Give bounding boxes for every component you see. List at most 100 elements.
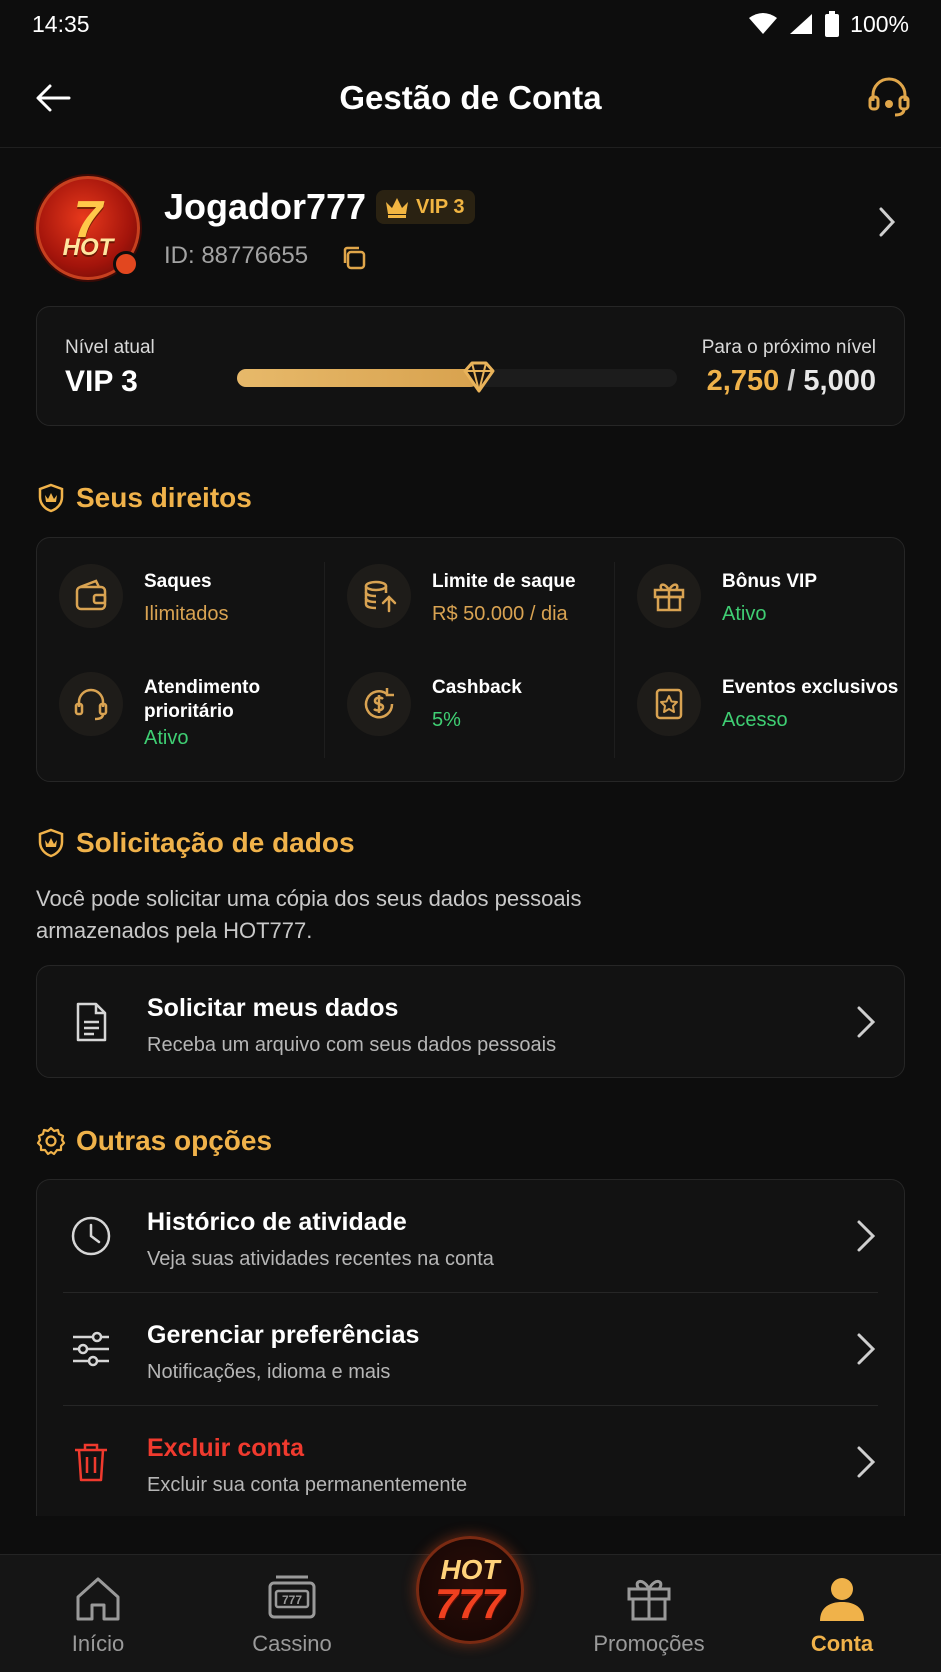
document-icon — [76, 1002, 107, 1042]
status-icons: 100% — [748, 11, 909, 38]
current-level-value: VIP 3 — [65, 365, 138, 398]
avatar[interactable]: 7 HOT — [36, 176, 140, 280]
right-value: Ilimitados — [144, 603, 229, 625]
gear-icon — [36, 1126, 66, 1156]
slot-machine-icon: 777 — [268, 1575, 316, 1619]
chevron-right-icon — [857, 1220, 876, 1252]
right-item-limite-saque: Limite de saque R$ 50.000 / dia — [325, 538, 605, 638]
list-item-title: Histórico de atividade — [147, 1208, 407, 1236]
right-item-bonus-vip: Bônus VIP Ativo — [615, 538, 895, 638]
current-level-label: Nível atual — [65, 337, 155, 358]
vip-level-card: Nível atual VIP 3 Para o próximo nível 2… — [36, 306, 905, 426]
right-name-line1: Atendimento — [144, 677, 261, 698]
request-data-row[interactable]: Solicitar meus dados Receba um arquivo c… — [37, 966, 904, 1077]
trash-icon — [75, 1443, 107, 1482]
next-level-progress: 2,750 / 5,000 — [707, 365, 876, 398]
nav-inicio[interactable]: Início — [18, 1555, 178, 1672]
list-item-subtitle: Veja suas atividades recentes na conta — [147, 1248, 494, 1270]
right-value: 5% — [432, 709, 461, 731]
list-item-subtitle: Excluir sua conta permanentemente — [147, 1474, 468, 1496]
shield-crown-icon — [38, 483, 64, 513]
right-value: Ativo — [722, 603, 767, 625]
gift-icon — [653, 583, 685, 612]
activity-history-row[interactable]: Histórico de atividade Veja suas ativida… — [37, 1180, 904, 1292]
list-item-subtitle: Receba um arquivo com seus dados pessoai… — [147, 1034, 557, 1056]
crown-icon — [386, 198, 408, 218]
right-value: Ativo — [144, 727, 189, 749]
logo-777-text: 777 — [434, 1580, 506, 1627]
star-ticket-icon-badge — [637, 672, 701, 736]
cashback-icon-badge — [347, 672, 411, 736]
data-request-section-title: Solicitação de dados — [36, 827, 355, 859]
copy-icon — [343, 246, 366, 270]
user-icon — [820, 1578, 864, 1621]
vip-badge: VIP 3 — [376, 190, 475, 224]
right-name: Limite de saque — [432, 571, 576, 592]
diamond-icon — [463, 361, 495, 393]
avatar-hot-text: HOT — [62, 234, 114, 261]
next-level-label: Para o próximo nível — [701, 337, 876, 358]
right-value: Acesso — [722, 709, 788, 731]
delete-account-row[interactable]: Excluir conta Excluir sua conta permanen… — [37, 1406, 904, 1516]
wallet-icon — [75, 579, 107, 611]
app-header: Gestão de Conta — [0, 48, 941, 148]
arrow-left-icon — [36, 84, 71, 112]
star-ticket-icon — [655, 688, 683, 720]
shield-crown-icon — [38, 828, 64, 858]
right-name: Bônus VIP — [722, 571, 818, 592]
chevron-right-icon — [857, 1006, 876, 1038]
rights-card: Saques Ilimitados Limite de saque R$ 50.… — [36, 537, 905, 782]
list-item-title: Gerenciar preferências — [147, 1321, 420, 1349]
manage-preferences-row[interactable]: Gerenciar preferências Notificações, idi… — [37, 1293, 904, 1405]
back-button[interactable] — [30, 78, 76, 118]
next-level-total: 5,000 — [803, 365, 876, 397]
nav-label: Promoções — [593, 1631, 705, 1656]
battery-percent: 100% — [850, 10, 909, 37]
status-bar: 14:35 100% — [0, 0, 941, 48]
copy-id-button[interactable] — [340, 244, 368, 272]
headset-icon-badge — [59, 672, 123, 736]
right-value: R$ 50.000 / dia — [432, 603, 568, 625]
coins-icon-badge — [347, 564, 411, 628]
status-time: 14:35 — [32, 10, 90, 37]
other-options-title-text: Outras opções — [76, 1125, 273, 1156]
right-item-eventos: Eventos exclusivos Acesso — [615, 654, 899, 754]
data-request-description: Você pode solicitar uma cópia dos seus d… — [36, 883, 656, 947]
vip-progress-fill — [237, 369, 479, 387]
nav-label: Cassino — [252, 1631, 332, 1656]
center-logo-button[interactable]: HOT 777 — [416, 1536, 524, 1644]
home-icon — [76, 1577, 120, 1621]
next-level-separator: / — [779, 365, 804, 397]
data-request-card: Solicitar meus dados Receba um arquivo c… — [36, 965, 905, 1078]
rights-title-text: Seus direitos — [76, 482, 252, 513]
profile-chevron-button[interactable] — [872, 202, 902, 242]
list-item-title: Excluir conta — [147, 1434, 304, 1462]
right-item-saques: Saques Ilimitados — [37, 538, 317, 638]
right-name: Eventos exclusivos — [722, 677, 899, 698]
right-name: Saques — [144, 571, 212, 592]
chevron-right-icon — [857, 1333, 876, 1365]
wifi-icon — [749, 13, 778, 34]
headset-icon — [868, 77, 910, 117]
chevron-right-icon — [879, 207, 896, 237]
headset-icon — [74, 688, 108, 721]
other-options-card: Histórico de atividade Veja suas ativida… — [36, 1179, 905, 1516]
battery-icon — [825, 11, 840, 37]
description-line: Você pode solicitar uma cópia dos seus d… — [36, 886, 582, 911]
nav-promocoes[interactable]: Promoções — [569, 1555, 729, 1672]
profile-summary[interactable]: 7 HOT Jogador777 VIP 3 ID: 88776655 — [36, 176, 906, 286]
signal-icon — [790, 14, 813, 34]
list-item-title: Solicitar meus dados — [147, 994, 399, 1022]
gift-icon — [627, 1580, 671, 1621]
support-button[interactable] — [865, 74, 913, 120]
other-options-section-title: Outras opções — [36, 1125, 272, 1157]
nav-label: Início — [71, 1631, 125, 1656]
wallet-icon-badge — [59, 564, 123, 628]
user-id: ID: 88776655 — [164, 242, 309, 269]
nav-conta[interactable]: Conta — [762, 1555, 922, 1672]
right-item-cashback: Cashback 5% — [325, 654, 605, 754]
page-title: Gestão de Conta — [339, 78, 602, 116]
description-line: armazenados pela HOT777. — [36, 918, 313, 943]
clock-icon — [71, 1216, 111, 1256]
nav-cassino[interactable]: 777 Cassino — [212, 1555, 372, 1672]
